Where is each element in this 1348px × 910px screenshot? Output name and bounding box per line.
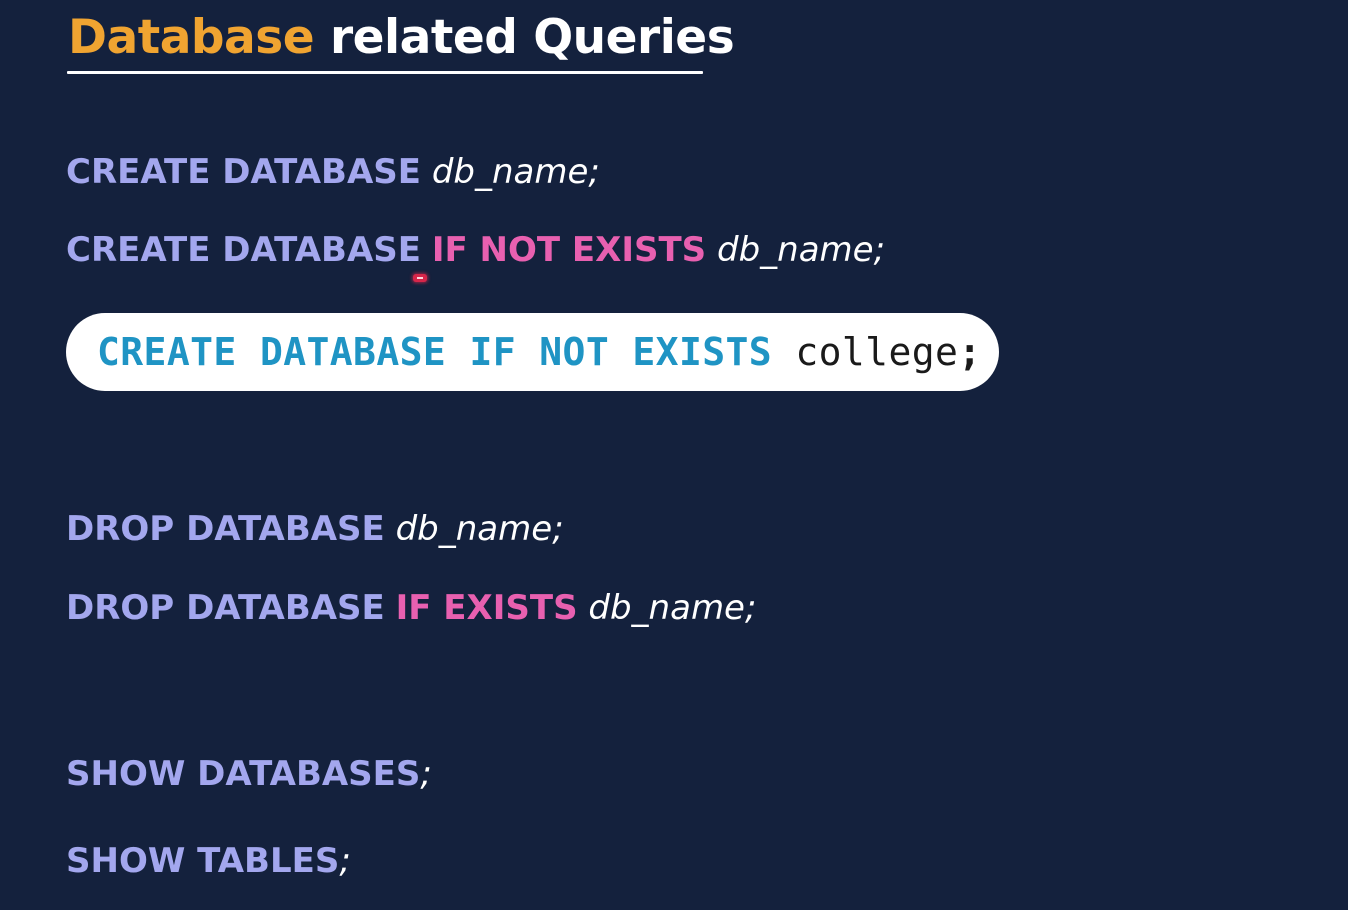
cursor-indicator-icon xyxy=(413,274,427,282)
query-condition: IF EXISTS xyxy=(395,588,578,628)
query-keyword: DROP DATABASE xyxy=(66,588,385,628)
query-semicolon: ; xyxy=(420,754,432,794)
query-create-database-if-not-exists: CREATE DATABASE IF NOT EXISTS db_name; xyxy=(66,228,885,272)
query-identifier: db_name xyxy=(395,509,553,549)
example-semicolon: ; xyxy=(958,330,982,374)
query-show-databases: SHOW DATABASES; xyxy=(66,752,432,796)
example-identifier: college xyxy=(795,330,959,374)
query-keyword: CREATE DATABASE xyxy=(66,230,421,270)
query-keyword: CREATE DATABASE xyxy=(66,152,421,192)
slide: Database related Queries CREATE DATABASE… xyxy=(0,0,1348,910)
query-semicolon: ; xyxy=(744,588,757,628)
query-semicolon: ; xyxy=(588,152,600,192)
query-drop-database-if-exists: DROP DATABASE IF EXISTS db_name; xyxy=(66,586,756,630)
query-identifier: db_name xyxy=(716,230,874,270)
title-rest: related Queries xyxy=(330,10,735,65)
example-code-box: CREATE DATABASE IF NOT EXISTS college; xyxy=(66,313,999,391)
query-create-database: CREATE DATABASE db_name; xyxy=(66,150,600,194)
query-semicolon: ; xyxy=(873,230,886,270)
example-code-line: CREATE DATABASE IF NOT EXISTS college; xyxy=(97,330,982,374)
title-underline xyxy=(67,71,703,74)
query-drop-database: DROP DATABASE db_name; xyxy=(66,507,564,551)
query-condition: IF NOT EXISTS xyxy=(431,230,707,270)
title-accent: Database xyxy=(68,10,315,65)
query-semicolon: ; xyxy=(552,509,564,549)
query-semicolon: ; xyxy=(339,841,351,881)
query-identifier: db_name xyxy=(588,588,745,628)
query-identifier: db_name xyxy=(431,152,589,192)
example-keyword: CREATE DATABASE IF NOT EXISTS xyxy=(97,330,773,374)
page-title: Database related Queries xyxy=(68,6,735,70)
query-keyword: DROP DATABASE xyxy=(66,509,385,549)
query-keyword: SHOW DATABASES xyxy=(66,754,421,794)
query-show-tables: SHOW TABLES; xyxy=(66,839,351,883)
query-keyword: SHOW TABLES xyxy=(66,841,340,881)
